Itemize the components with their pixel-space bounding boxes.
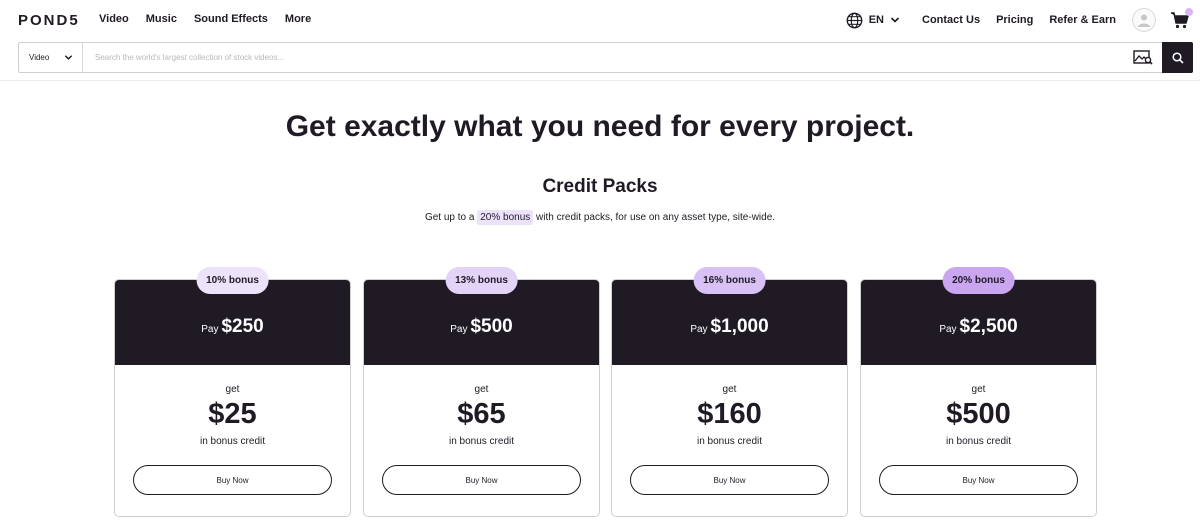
buy-now-button[interactable]: Buy Now [382, 465, 581, 495]
buy-now-button[interactable]: Buy Now [630, 465, 829, 495]
bonus-credit-label: in bonus credit [199, 436, 266, 447]
header-divider [0, 80, 1200, 81]
card-body: get $25 in bonus credit Buy Now [115, 384, 350, 495]
bonus-amount: $65 [457, 398, 506, 430]
pay-label: Pay [690, 323, 708, 335]
credit-pack-card: 13% bonus Pay $500 get $65 in bonus cred… [363, 267, 600, 517]
cart-notification-dot [1185, 8, 1193, 16]
get-label: get [474, 384, 489, 395]
user-icon [1138, 14, 1150, 27]
search-button[interactable] [1162, 42, 1193, 73]
pricing-link[interactable]: Pricing [996, 14, 1033, 26]
pond5-logo[interactable]: POND5 [18, 12, 80, 29]
bonus-amount: $160 [697, 398, 762, 430]
subtitle-text-end: with credit packs, for use on any asset … [533, 212, 776, 223]
bonus-badge: 10% bonus [196, 267, 269, 294]
cart-button[interactable] [1170, 8, 1193, 29]
contact-us-link[interactable]: Contact Us [922, 14, 980, 26]
subtitle-highlight: 20% bonus [477, 210, 534, 225]
user-avatar[interactable] [1132, 8, 1156, 32]
pay-amount: $2,500 [959, 315, 1018, 337]
buy-now-button[interactable]: Buy Now [133, 465, 332, 495]
get-label: get [225, 384, 240, 395]
search-type-label: Video [29, 53, 50, 62]
globe-icon [846, 12, 863, 28]
bonus-credit-label: in bonus credit [945, 436, 1012, 447]
credit-pack-card: 20% bonus Pay $2,500 get $500 in bonus c… [860, 267, 1097, 517]
subtitle-text-start: Get up to a [424, 212, 478, 223]
search-input[interactable] [83, 43, 1130, 72]
section-subtitle: Get up to a 20% bonus with credit packs,… [0, 210, 1200, 225]
chevron-down-icon [890, 17, 900, 23]
language-selector[interactable]: EN [846, 12, 900, 29]
bonus-credit-label: in bonus credit [696, 436, 763, 447]
buy-now-button[interactable]: Buy Now [879, 465, 1078, 495]
credit-pack-card: 10% bonus Pay $250 get $25 in bonus cred… [114, 267, 351, 517]
get-label: get [971, 384, 986, 395]
credit-pack-card: 16% bonus Pay $1,000 get $160 in bonus c… [611, 267, 848, 517]
bonus-badge: 13% bonus [445, 267, 518, 294]
main-nav: Video Music Sound Effects More [99, 13, 311, 25]
card-body: get $160 in bonus credit Buy Now [612, 384, 847, 495]
pay-label: Pay [939, 323, 957, 335]
bonus-badge: 16% bonus [693, 267, 766, 294]
pay-label: Pay [201, 323, 219, 335]
visual-search-button[interactable] [1130, 43, 1156, 72]
image-search-icon [1133, 50, 1153, 65]
pay-amount: $1,000 [710, 315, 769, 337]
search-bar: Video [18, 42, 1193, 73]
bonus-amount: $25 [208, 398, 257, 430]
chevron-down-icon [64, 55, 73, 60]
nav-more[interactable]: More [285, 13, 311, 25]
language-label: EN [868, 14, 884, 26]
top-navigation: POND5 Video Music Sound Effects More EN … [0, 0, 1200, 40]
card-body: get $500 in bonus credit Buy Now [861, 384, 1096, 495]
utility-nav: EN Contact Us Pricing Refer & Earn [846, 0, 1200, 40]
get-label: get [722, 384, 737, 395]
section-title: Credit Packs [542, 176, 658, 197]
page-title: Get exactly what you need for every proj… [285, 110, 915, 143]
bonus-amount: $500 [946, 398, 1011, 430]
pay-amount: $250 [221, 315, 264, 337]
nav-sound-effects[interactable]: Sound Effects [194, 13, 268, 25]
nav-video[interactable]: Video [99, 13, 129, 25]
bonus-credit-label: in bonus credit [448, 436, 515, 447]
pay-label: Pay [450, 323, 468, 335]
search-icon [1171, 51, 1184, 64]
nav-music[interactable]: Music [146, 13, 177, 25]
card-body: get $65 in bonus credit Buy Now [364, 384, 599, 495]
search-type-dropdown[interactable]: Video [19, 43, 83, 72]
pay-amount: $500 [470, 315, 513, 337]
bonus-badge: 20% bonus [942, 267, 1015, 294]
refer-earn-link[interactable]: Refer & Earn [1049, 14, 1116, 26]
